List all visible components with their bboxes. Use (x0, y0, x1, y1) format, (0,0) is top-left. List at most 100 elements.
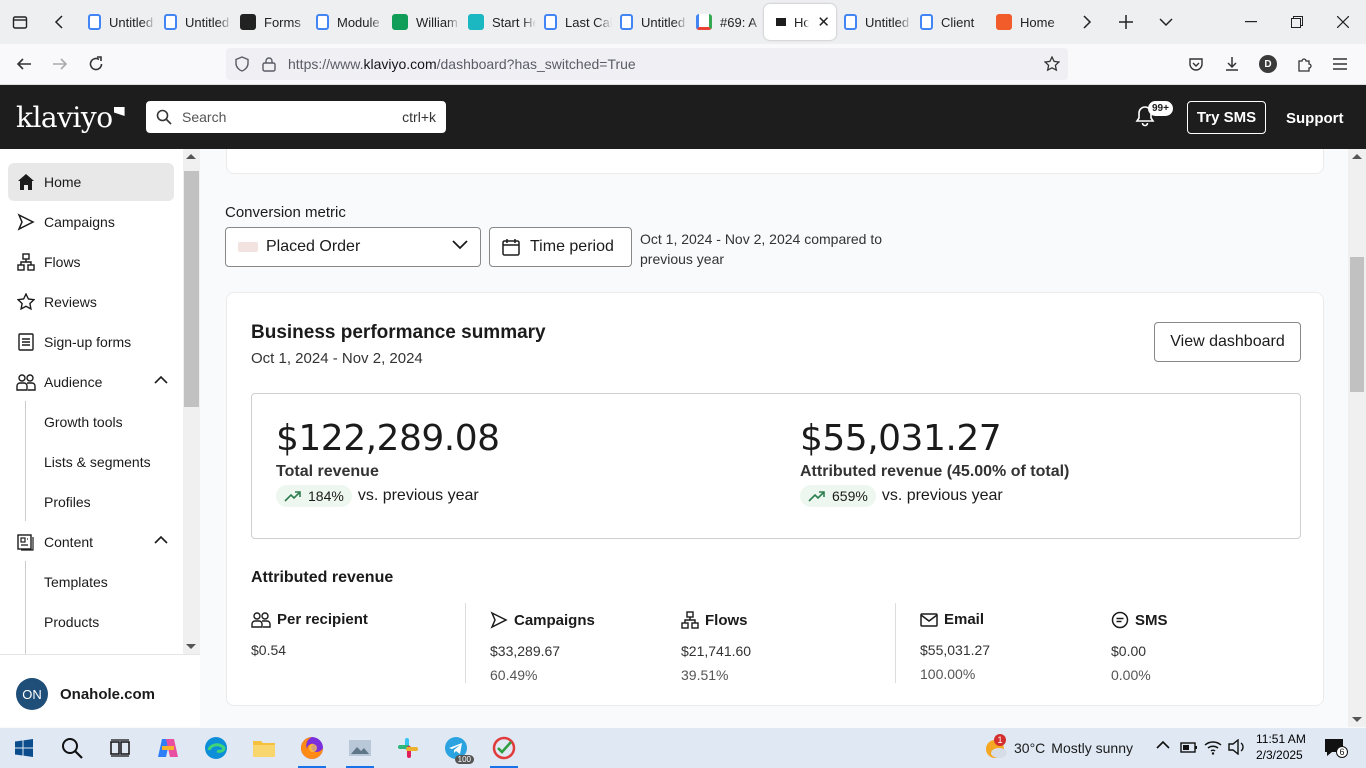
view-dashboard-button[interactable]: View dashboard (1154, 322, 1301, 362)
sidebar-subitem-templates[interactable]: Templates (44, 574, 108, 590)
address-bar[interactable]: https://www.klaviyo.com/dashboard?has_sw… (226, 48, 1068, 80)
support-link[interactable]: Support (1286, 110, 1344, 127)
profile-initial: D (1259, 55, 1277, 73)
tab-overview-icon[interactable] (0, 0, 40, 44)
firefox-icon[interactable] (288, 728, 336, 768)
scroll-tabs-left-icon[interactable] (40, 0, 80, 44)
sidebar-subitem-profiles[interactable]: Profiles (44, 494, 91, 510)
trend-pill: 184% (276, 485, 352, 507)
sidebar-subitem-growth-tools[interactable]: Growth tools (44, 414, 123, 430)
system-clock[interactable]: 11:51 AM 2/3/2025 (1256, 731, 1306, 763)
browser-tab[interactable]: Client (912, 4, 988, 40)
new-tab-icon[interactable] (1106, 0, 1146, 44)
trending-up-icon (808, 490, 826, 502)
browser-tab[interactable]: Home (988, 4, 1064, 40)
slack-icon[interactable] (384, 728, 432, 768)
attributed-revenue-title: Attributed revenue (251, 569, 394, 586)
telegram-icon[interactable]: 100 (432, 728, 480, 768)
search-input[interactable]: Search ctrl+k (146, 101, 446, 133)
chevron-up-icon[interactable] (1156, 740, 1170, 749)
sidebar-item-campaigns[interactable]: Campaigns (8, 203, 174, 241)
bookmark-star-icon[interactable] (1044, 56, 1060, 72)
conversion-metric-select[interactable]: Placed Order (225, 227, 481, 267)
close-tab-icon[interactable]: ✕ (817, 13, 830, 31)
sidebar-item-label: Reviews (44, 294, 97, 310)
date-range-line: Oct 1, 2024 - Nov 2, 2024 compared to (640, 231, 883, 247)
browser-tab[interactable]: Forms (232, 4, 308, 40)
scroll-up-arrow-icon[interactable] (186, 153, 196, 160)
stat-percent: 100.00% (920, 666, 976, 682)
browser-tab[interactable]: Last Call (536, 4, 612, 40)
tab-title: #69: A (720, 14, 757, 30)
tab-favicon-icon (544, 14, 557, 30)
browser-tab[interactable]: Untitled (156, 4, 232, 40)
scroll-down-arrow-icon[interactable] (1352, 716, 1362, 723)
scroll-up-arrow-icon[interactable] (1352, 153, 1362, 160)
sidebar-item-content[interactable]: Content (8, 523, 174, 561)
try-sms-button[interactable]: Try SMS (1187, 101, 1266, 134)
time-period-button[interactable]: Time period (489, 227, 632, 267)
sidebar-item-flows[interactable]: Flows (8, 243, 174, 281)
chevron-up-icon[interactable] (154, 375, 168, 384)
image-viewer-icon[interactable] (336, 728, 384, 768)
content-icon (8, 533, 44, 551)
star-icon (8, 293, 44, 311)
search-icon[interactable] (48, 728, 96, 768)
volume-icon[interactable] (1228, 739, 1246, 755)
sidebar-item-audience[interactable]: Audience (8, 363, 174, 401)
task-app-icon[interactable] (480, 728, 528, 768)
battery-plug-icon[interactable] (1180, 739, 1198, 755)
browser-tab[interactable]: Module (308, 4, 384, 40)
browser-tab[interactable]: #69: A (688, 4, 764, 40)
browser-tab[interactable]: Untitled (612, 4, 688, 40)
sidebar-scrollbar-thumb[interactable] (184, 171, 199, 407)
browser-nav-bar: https://www.klaviyo.com/dashboard?has_sw… (0, 44, 1366, 85)
notifications-badge: 99+ (1148, 101, 1173, 116)
sidebar-item-reviews[interactable]: Reviews (8, 283, 174, 321)
account-avatar-icon[interactable]: D (1250, 48, 1286, 80)
sidebar-subitem-lists-segments[interactable]: Lists & segments (44, 454, 151, 470)
close-window-icon[interactable] (1320, 0, 1366, 44)
windows-start-icon[interactable] (0, 728, 48, 768)
browser-tab[interactable]: Untitled (80, 4, 156, 40)
chevron-up-icon[interactable] (154, 535, 168, 544)
wifi-icon[interactable] (1204, 739, 1222, 755)
scroll-down-arrow-icon[interactable] (186, 643, 196, 650)
scroll-tabs-right-icon[interactable] (1066, 0, 1106, 44)
sidebar-subitem-products[interactable]: Products (44, 614, 99, 630)
browser-tab[interactable]: Untitled (836, 4, 912, 40)
file-explorer-icon[interactable] (240, 728, 288, 768)
sidebar-item-signup-forms[interactable]: Sign-up forms (8, 323, 174, 361)
browser-tab[interactable]: Start Here (460, 4, 536, 40)
task-view-icon[interactable] (96, 728, 144, 768)
main-scrollbar-thumb[interactable] (1350, 257, 1364, 392)
downloads-icon[interactable] (1214, 48, 1250, 80)
list-tabs-icon[interactable] (1146, 0, 1186, 44)
extensions-icon[interactable] (1286, 48, 1322, 80)
audience-icon (8, 373, 44, 391)
minimize-icon[interactable] (1228, 0, 1274, 44)
weather-widget[interactable]: 1 30°C Mostly sunny (984, 728, 1133, 768)
tab-title: Module (337, 14, 380, 30)
menu-icon[interactable] (1322, 48, 1358, 80)
toolbar-icons: D (1178, 48, 1358, 80)
sidebar-item-home[interactable]: Home (8, 163, 174, 201)
submenu-guide-line (25, 561, 26, 654)
back-icon[interactable] (6, 46, 42, 82)
klaviyo-logo[interactable]: klaviyo (16, 101, 125, 134)
lock-icon[interactable] (262, 56, 276, 72)
restore-icon[interactable] (1274, 0, 1320, 44)
org-switcher[interactable]: ON Onahole.com (0, 654, 200, 727)
browser-tab[interactable]: William (384, 4, 460, 40)
edge-icon[interactable] (192, 728, 240, 768)
weather-desc: Mostly sunny (1051, 740, 1133, 756)
pocket-icon[interactable] (1178, 48, 1214, 80)
reload-icon[interactable] (78, 46, 114, 82)
shield-icon[interactable] (234, 56, 250, 72)
copilot-icon[interactable] (144, 728, 192, 768)
tab-favicon-icon (996, 14, 1012, 30)
forward-icon[interactable] (42, 46, 78, 82)
browser-tab[interactable]: Home ✕ (764, 4, 836, 40)
main-scrollbar[interactable] (1348, 149, 1366, 727)
notification-center-icon[interactable]: 6 (1324, 738, 1348, 758)
